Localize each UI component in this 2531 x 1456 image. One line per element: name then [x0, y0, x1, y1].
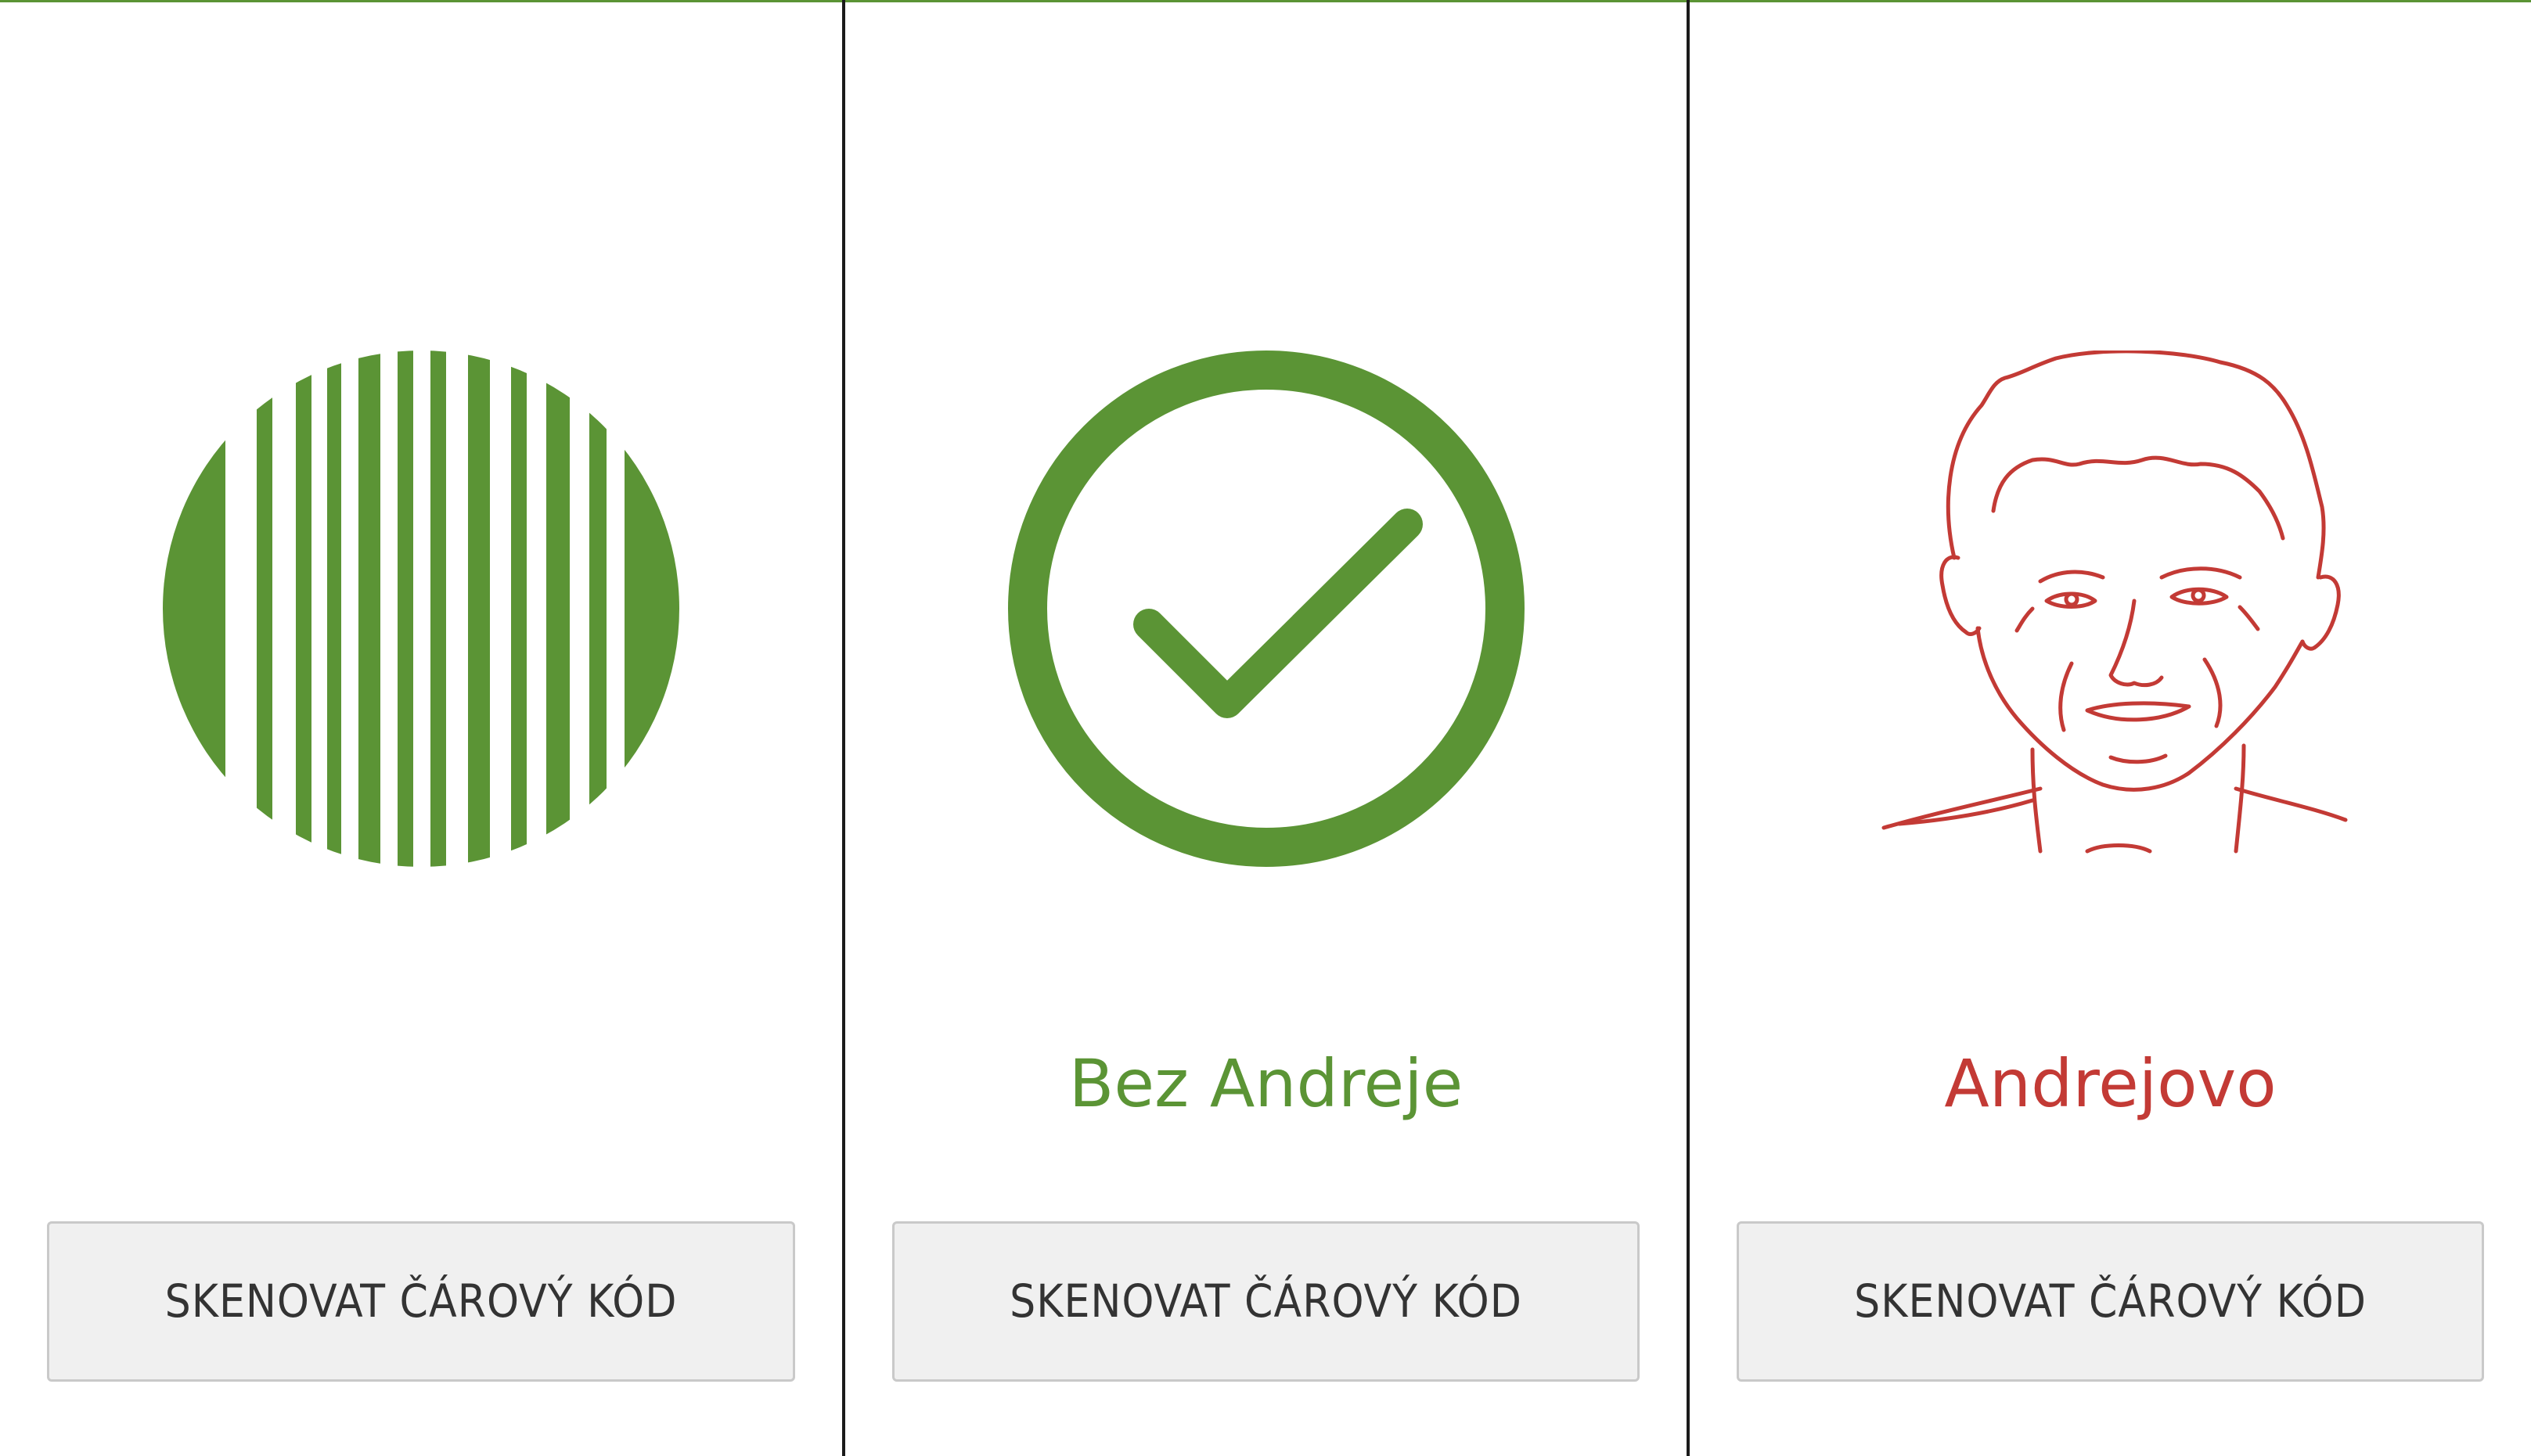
- check-circle-icon: [1007, 351, 1525, 867]
- scan-barcode-button[interactable]: SKENOVAT ČÁROVÝ KÓD: [1737, 1221, 2484, 1382]
- app-screen: SKENOVAT ČÁROVÝ KÓD Bez Andreje SKENOVAT…: [0, 0, 2531, 1456]
- portrait-sketch-icon: [1852, 351, 2369, 867]
- barcode-circle-icon: [163, 351, 679, 867]
- result-text: [0, 1041, 842, 1127]
- scan-barcode-button[interactable]: SKENOVAT ČÁROVÝ KÓD: [892, 1221, 1640, 1382]
- panel-result-ok: Bez Andreje SKENOVAT ČÁROVÝ KÓD: [845, 0, 1687, 1456]
- result-text-andrej: Andrejovo: [1944, 1045, 2277, 1122]
- panel-idle: SKENOVAT ČÁROVÝ KÓD: [0, 0, 842, 1456]
- result-text-ok: Bez Andreje: [1068, 1045, 1464, 1122]
- panel-result-andrej: Andrejovo SKENOVAT ČÁROVÝ KÓD: [1690, 0, 2531, 1456]
- scan-barcode-button[interactable]: SKENOVAT ČÁROVÝ KÓD: [47, 1221, 795, 1382]
